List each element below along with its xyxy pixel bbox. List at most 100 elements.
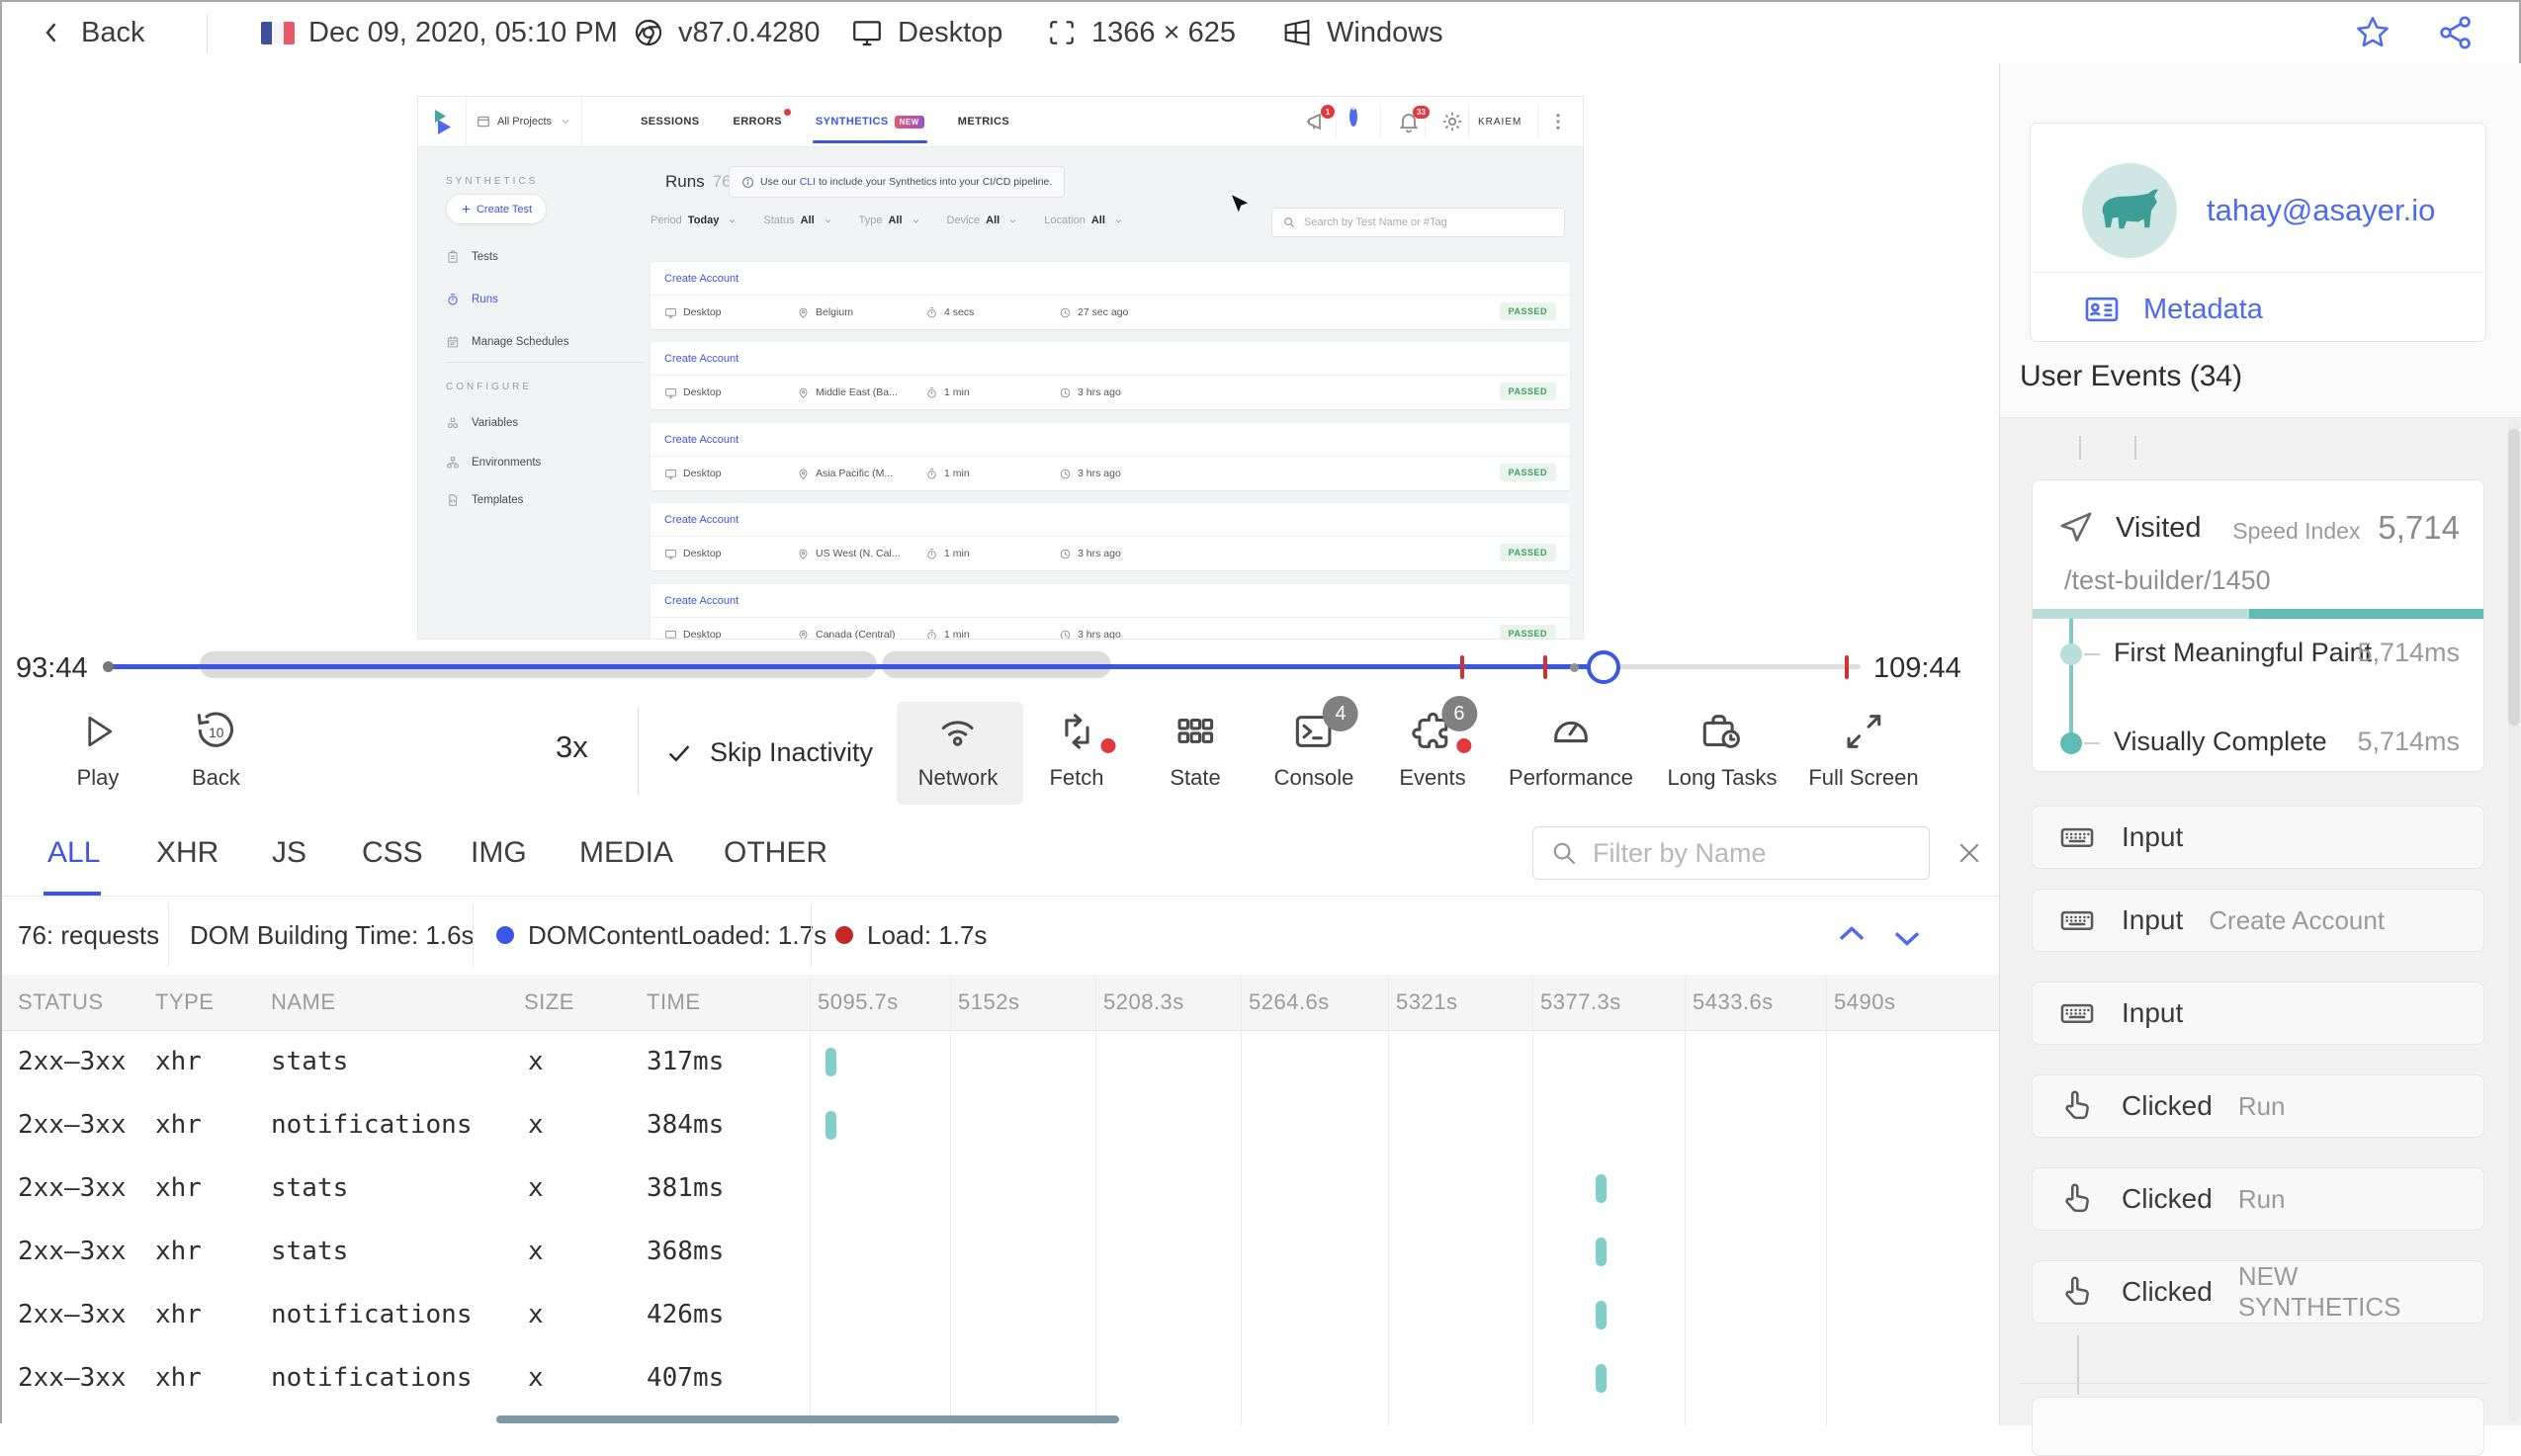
network-request-row[interactable]: 2xx–3xx xhr notifications x 384ms — [2, 1093, 1999, 1156]
filter-period: Period Today — [651, 214, 738, 226]
jump-next-button[interactable] — [1888, 919, 1926, 957]
user-card: tahay@asayer.io Metadata — [2030, 123, 2486, 342]
chevron-down-icon — [1007, 215, 1018, 226]
run-cell-text: 1 min — [944, 386, 970, 398]
pin-icon — [797, 548, 810, 560]
monitor-small-icon — [664, 468, 677, 480]
network-request-row[interactable]: 2xx–3xx xhr stats x 381ms — [2, 1156, 1999, 1220]
network-tab-other[interactable]: OTHER — [724, 811, 827, 896]
metadata-button[interactable]: Metadata — [2082, 290, 2263, 329]
visited-event-card[interactable]: Visited Speed Index 5,714 /test-builder/… — [2032, 479, 2484, 772]
os-label: Windows — [1327, 16, 1443, 48]
run-cell: US West (N. Cal... — [797, 537, 901, 570]
network-tab-xhr[interactable]: XHR — [156, 811, 218, 896]
network-tab-img[interactable]: IMG — [471, 811, 527, 896]
event-target-label: NEW SYNTHETICS — [2237, 1261, 2401, 1322]
run-card[interactable]: Create Account Desktop Belgium 4 secs 27 sec… — [651, 262, 1570, 329]
network-tab-css[interactable]: CSS — [362, 811, 423, 896]
replay-stage[interactable]: All Projects SESSIONS ERRORS SYNTHETICS NEW… — [2, 63, 1999, 640]
network-filter-input[interactable] — [1591, 836, 1891, 870]
console-panel-button[interactable]: 4 Console — [1274, 696, 1358, 791]
request-cell: 2xx–3xx — [18, 1237, 127, 1266]
metric-first-meaningful-paint: First Meaningful Paint 5,714ms — [2033, 633, 2483, 676]
horizontal-scrollbar-thumb[interactable] — [496, 1415, 1119, 1423]
monitor-icon — [850, 16, 884, 49]
long-tasks-panel-button[interactable]: Long Tasks — [1668, 706, 1777, 791]
run-cell-text: 4 secs — [944, 306, 975, 318]
back-button[interactable]: Back — [38, 2, 144, 63]
browser-info: v87.0.4280 — [633, 2, 821, 63]
network-request-row[interactable]: 2xx–3xx xhr notifications x 426ms — [2, 1283, 1999, 1346]
chrome-icon — [633, 17, 664, 48]
status-badge: PASSED — [1499, 302, 1556, 320]
event-card-clicked[interactable]: Clicked Run — [2032, 1074, 2484, 1138]
network-tab-all[interactable]: ALL — [47, 811, 100, 896]
monitor-small-icon — [664, 629, 677, 639]
fetch-panel-button[interactable]: Fetch — [1049, 706, 1115, 791]
event-card-clicked[interactable]: Clicked NEW SYNTHETICS — [2032, 1260, 2484, 1324]
keyboard-icon — [2058, 901, 2096, 939]
event-target-label: Run — [2237, 1090, 2286, 1121]
current-time-label: 93:44 — [16, 652, 88, 684]
network-tab-js[interactable]: JS — [272, 811, 306, 896]
jump-previous-button[interactable] — [1833, 915, 1870, 953]
full-screen-panel-button[interactable]: Full Screen — [1808, 706, 1919, 791]
search-icon — [1549, 838, 1579, 868]
request-cell: 317ms — [647, 1047, 725, 1076]
chevron-left-icon — [38, 18, 67, 47]
network-request-row[interactable]: 2xx–3xx xhr stats x 317ms — [2, 1030, 1999, 1093]
close-panel-button[interactable] — [1955, 838, 1984, 868]
event-card-input[interactable]: Input Create Account — [2032, 889, 2484, 952]
back-10s-button[interactable]: 10 Back — [192, 706, 240, 791]
variables-icon — [446, 416, 460, 430]
event-card-input[interactable]: Input — [2032, 982, 2484, 1045]
run-card[interactable]: Create Account Desktop US West (N. Cal... 1… — [651, 503, 1570, 570]
request-cell: 2xx–3xx — [18, 1300, 127, 1329]
request-cell: x — [528, 1047, 544, 1076]
timeline-connector — [2079, 436, 2081, 460]
favorite-star-button[interactable] — [2353, 2, 2392, 63]
run-cell-text: 3 hrs ago — [1078, 386, 1121, 398]
load-marker-dot — [835, 926, 853, 944]
full-screen-icon — [1841, 706, 1886, 757]
next-event-card-partial[interactable] — [2032, 1397, 2484, 1456]
event-card-input[interactable]: Input — [2032, 806, 2484, 869]
events-panel-button[interactable]: 6 Events — [1399, 696, 1477, 791]
sidebar-scrollbar-thumb[interactable] — [2508, 429, 2520, 726]
play-button[interactable]: Play — [76, 706, 120, 791]
events-icon: 6 — [1410, 696, 1477, 757]
star-icon — [2353, 13, 2392, 52]
network-panel-button[interactable]: Network — [918, 706, 998, 791]
sidebar-item-label: Runs — [472, 294, 498, 305]
run-cell-text: Middle East (Ba... — [816, 386, 898, 398]
event-card-clicked[interactable]: Clicked Run — [2032, 1167, 2484, 1231]
divider — [207, 14, 208, 53]
run-cell: 27 sec ago — [1059, 296, 1128, 329]
run-card[interactable]: Create Account Desktop Middle East (Ba... 1… — [651, 342, 1570, 409]
network-request-row[interactable]: 2xx–3xx xhr stats x 368ms — [2, 1220, 1999, 1283]
pin-icon — [797, 468, 810, 480]
runs-search-placeholder: Search by Test Name or #Tag — [1304, 216, 1447, 228]
skip-inactivity-toggle[interactable]: Skip Inactivity — [664, 737, 873, 768]
top-bar: Back Dec 09, 2020, 05:10 PM v87.0.4280 D… — [2, 2, 2519, 64]
network-tab-media[interactable]: MEDIA — [579, 811, 673, 896]
state-panel-button[interactable]: State — [1170, 706, 1221, 791]
playhead-handle[interactable] — [1587, 650, 1620, 684]
notifications-badge: 33 — [1413, 106, 1430, 119]
stopwatch-icon — [925, 386, 938, 399]
clock-icon — [1059, 629, 1072, 639]
sidebar-item-label: Environments — [472, 457, 542, 469]
network-filter-field[interactable] — [1532, 826, 1930, 880]
performance-panel-button[interactable]: Performance — [1509, 706, 1633, 791]
playback-speed-button[interactable]: 3x — [556, 729, 588, 765]
time-column-header: 5095.7s — [818, 989, 899, 1014]
network-request-row[interactable]: 2xx–3xx xhr notifications x 407ms — [2, 1346, 1999, 1410]
run-name-link: Create Account — [651, 503, 1570, 537]
run-cell: Desktop — [664, 618, 722, 639]
share-button[interactable] — [2436, 2, 2476, 63]
waterfall-bar — [1596, 1174, 1607, 1203]
run-card[interactable]: Create Account Desktop Canada (Central) 1 m… — [651, 584, 1570, 639]
visited-url: /test-builder/1450 — [2064, 565, 2271, 595]
run-card[interactable]: Create Account Desktop Asia Pacific (M... 1… — [651, 423, 1570, 490]
user-email-link[interactable]: tahay@asayer.io — [2207, 193, 2435, 228]
